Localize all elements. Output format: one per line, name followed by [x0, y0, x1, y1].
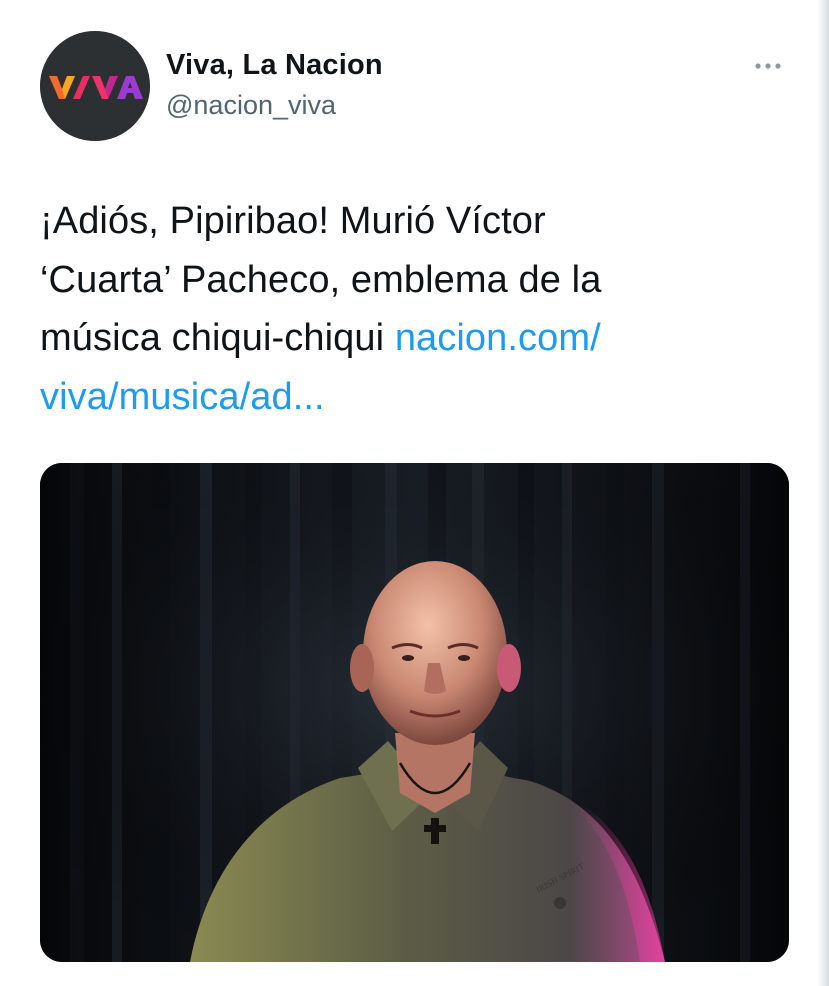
display-name[interactable]: Viva, La Nacion [166, 49, 383, 82]
tweet-text: ¡Adiós, Pipiribao! Murió Víctor ‘Cuarta’… [40, 192, 740, 426]
tweet-text-line: ¡Adiós, Pipiribao! Murió Víctor [40, 200, 546, 242]
tweet-text-line: ‘Cuarta’ Pacheco, emblema de la [40, 258, 602, 301]
avatar[interactable] [40, 31, 150, 141]
portrait-photo: IRISH SPIRIT [40, 463, 789, 962]
article-link[interactable]: nacion.com/ [395, 317, 601, 359]
tweet-card: Viva, La Nacion @nacion_viva ¡Adiós, Pip… [0, 0, 829, 986]
more-options-button[interactable] [748, 53, 790, 79]
window-edge [817, 0, 829, 986]
tweet-photo[interactable]: IRISH SPIRIT [40, 463, 789, 962]
account-handle[interactable]: @nacion_viva [166, 90, 336, 121]
article-link-continued[interactable]: viva/musica/ad... [40, 376, 325, 418]
viva-logo-icon [40, 31, 150, 141]
more-horizontal-icon [755, 63, 781, 69]
tweet-text-line: música chiqui-chiqui [40, 317, 395, 359]
